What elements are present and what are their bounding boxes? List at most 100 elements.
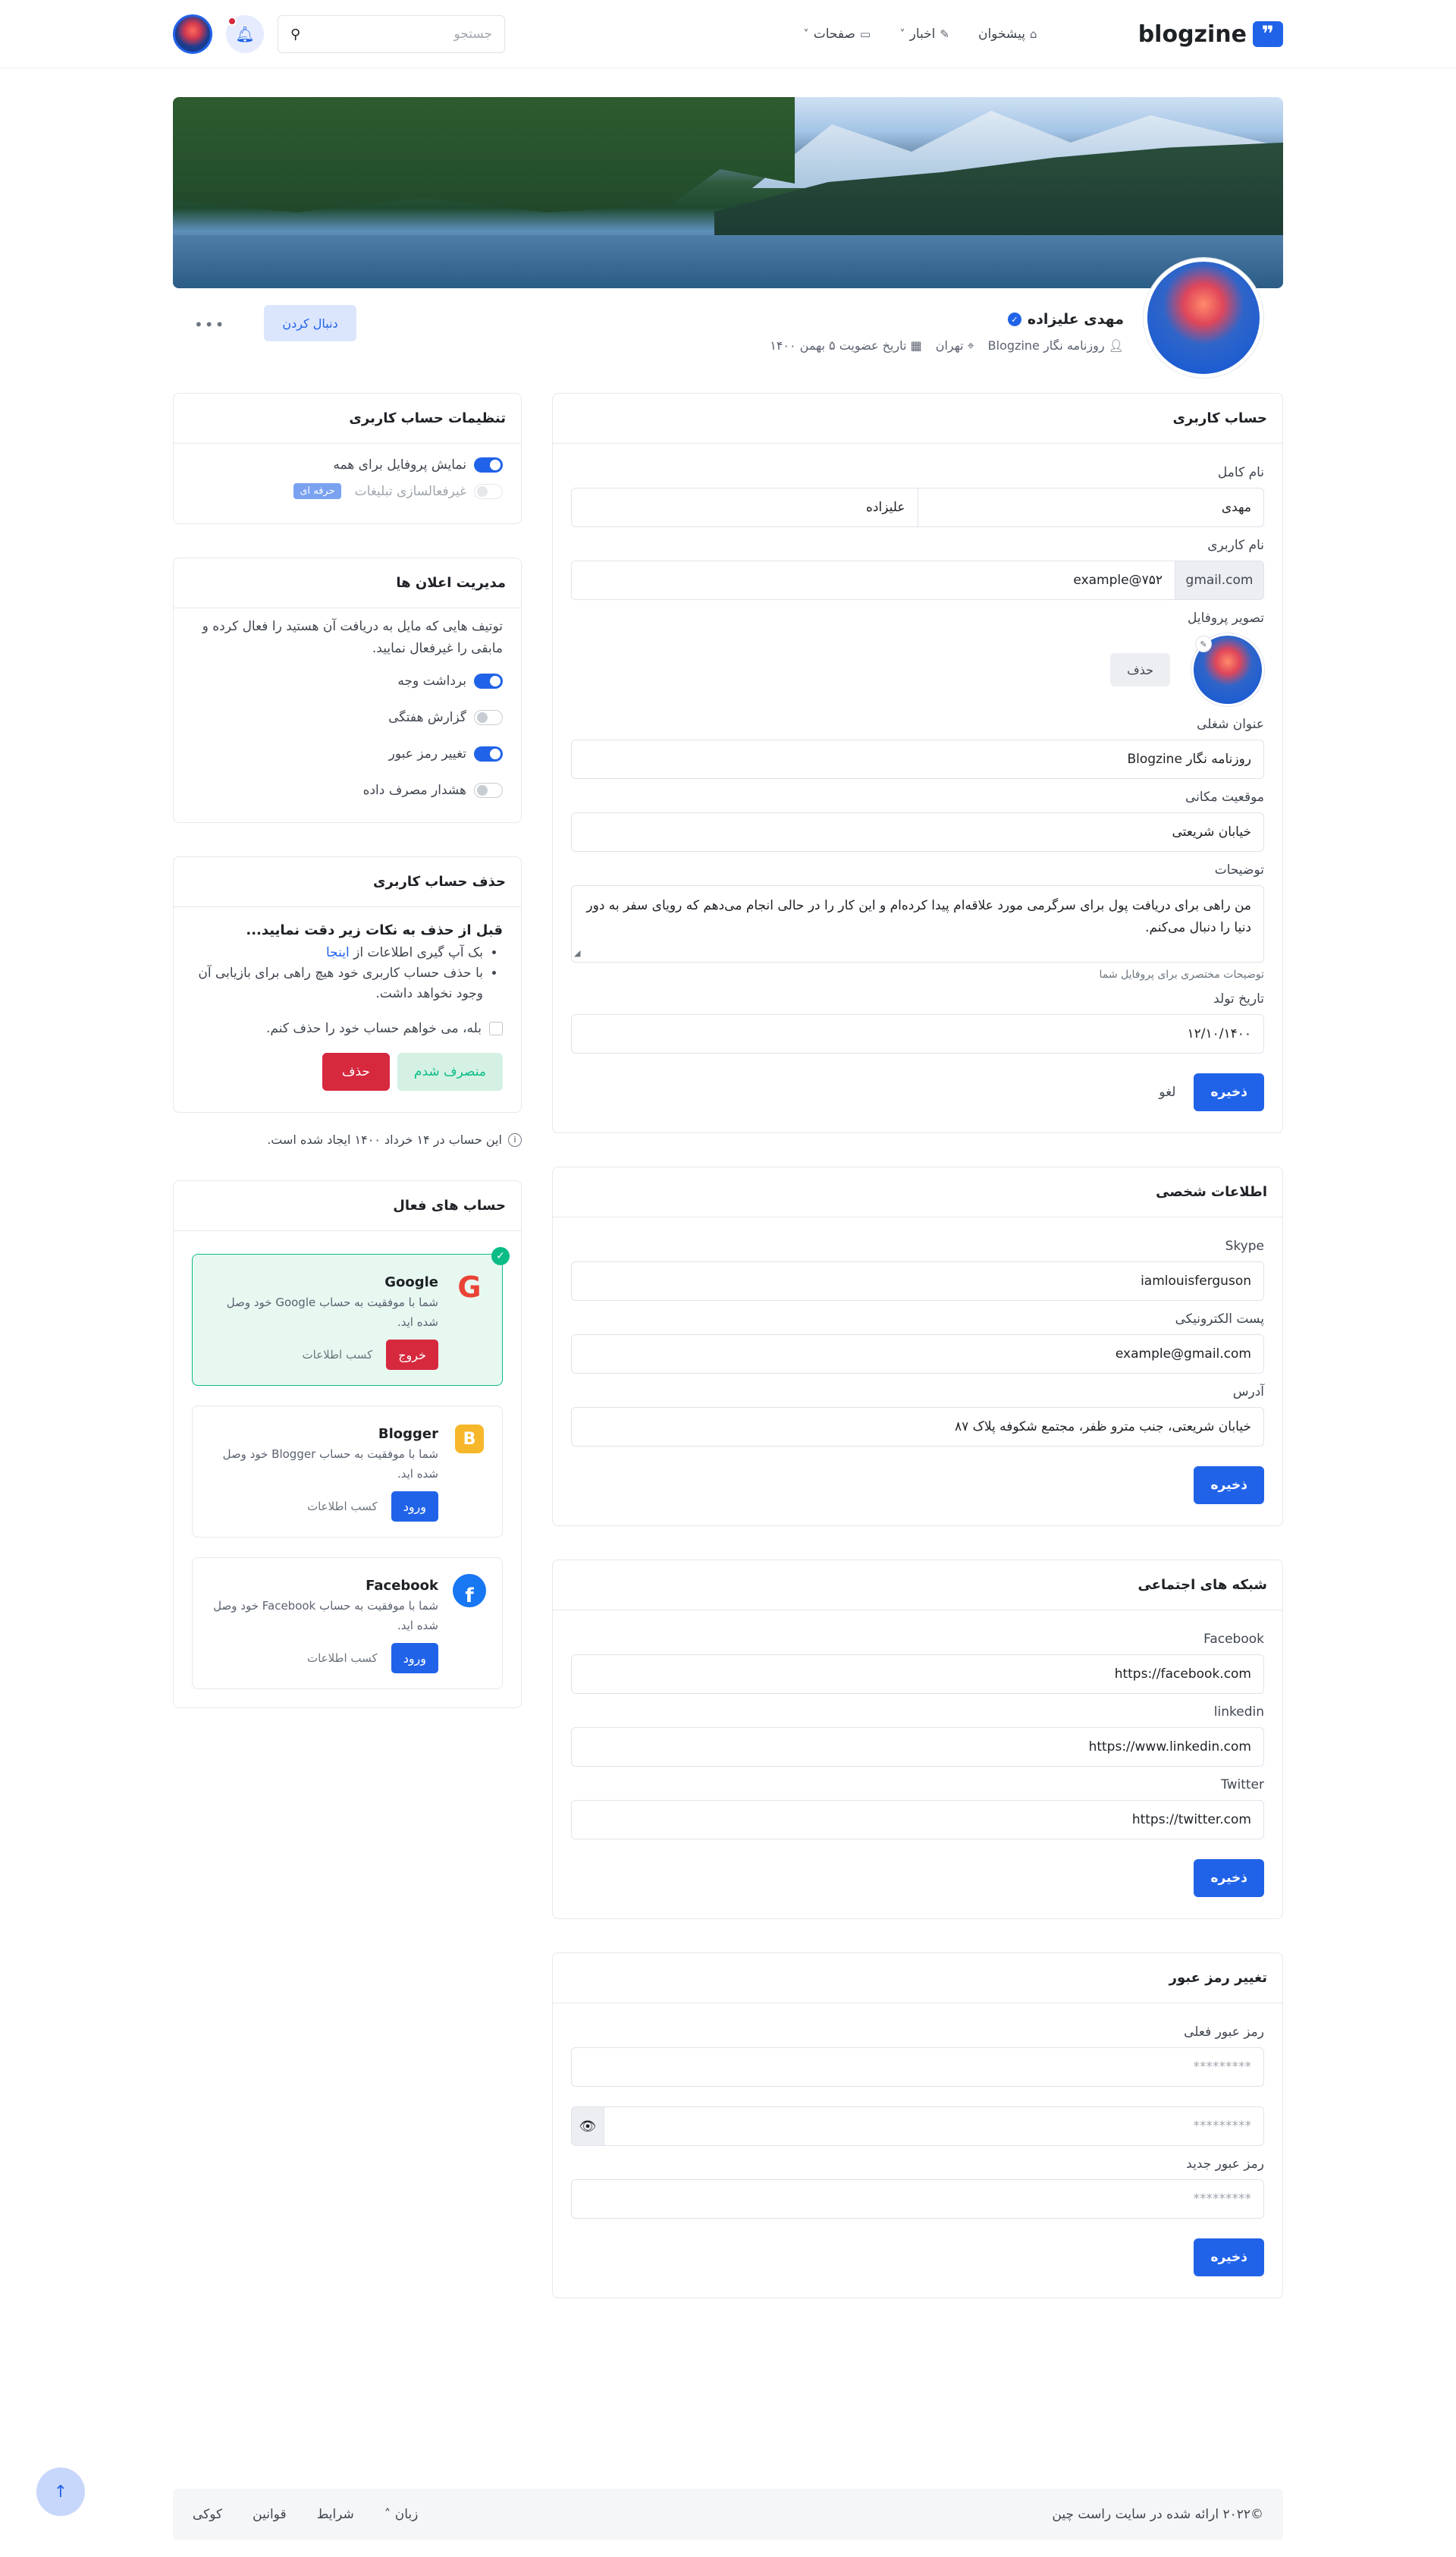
back-to-top-button[interactable]: ↑ (36, 2467, 85, 2516)
notifications-card: مدیریت اعلان ها توتیف هایی که مایل به در… (173, 558, 522, 823)
linkedin-input[interactable]: https://www.linkedin.com (571, 1727, 1264, 1767)
blogger-info-link[interactable]: کسب اطلاعات (307, 1500, 378, 1513)
twitter-input[interactable]: https://twitter.com (571, 1800, 1264, 1839)
footer-terms[interactable]: شرایط (317, 2507, 354, 2522)
chevron-down-icon: ˅ (899, 27, 905, 41)
weekly-switch[interactable] (474, 709, 503, 725)
google-info-link[interactable]: کسب اطلاعات (303, 1348, 373, 1362)
main-nav: ⌂ پیشخوان ✎ اخبار ˅ ▭ صفحات ˅ (803, 27, 1037, 42)
show-profile-label: نمایش پروفایل برای همه (333, 457, 466, 473)
profile-joined-text: تاریخ عضویت ۵ بهمن ۱۴۰۰ (770, 338, 907, 353)
blogger-account-info: Blogger شما با موفقیت به حساب Blogger خو… (212, 1421, 438, 1522)
show-profile-switch[interactable] (474, 457, 503, 473)
description-textarea[interactable]: من راهی برای دریافت پول برای سرگرمی مورد… (571, 885, 1264, 963)
delete-note-irreversible: با حذف حساب کاربری خود هیچ راهی برای باز… (192, 963, 483, 1004)
personal-card-title: اطلاعات شخصی (553, 1167, 1282, 1217)
data-usage-switch[interactable] (474, 782, 503, 798)
more-options-icon[interactable]: ••• (194, 316, 225, 334)
delete-confirm-checkbox[interactable] (489, 1022, 503, 1036)
notifications-card-body: توتیف هایی که مایل به دریافت آن هستید را… (174, 608, 521, 822)
account-save-button[interactable]: ذخیره (1194, 1073, 1264, 1111)
location-input[interactable]: خیابان شریعتی (571, 812, 1264, 852)
email-input[interactable]: example@gmail.com (571, 1334, 1264, 1374)
facebook-login-button[interactable]: ورود (391, 1643, 438, 1674)
header-container: blogzine ❞ ⌂ پیشخوان ✎ اخبار ˅ ▭ صفحات ˅ جستج… (173, 0, 1283, 68)
footer-cookies[interactable]: کوکی (193, 2507, 222, 2522)
nav-news[interactable]: ✎ اخبار ˅ (899, 27, 949, 42)
notification-button[interactable]: 🔔︎ (226, 15, 264, 53)
birthdate-input[interactable]: ۱۲/۱۰/۱۴۰۰ (571, 1014, 1264, 1054)
avatar-preview[interactable]: ✎ (1191, 633, 1264, 706)
username-input[interactable]: example@۷۵۲ (571, 561, 1175, 600)
profile-role-text: روزنامه نگار Blogzine (987, 338, 1105, 353)
delete-cancel-button[interactable]: منصرف شدم (397, 1053, 503, 1092)
site-logo[interactable]: blogzine ❞ (1138, 21, 1283, 48)
chevron-up-icon: ˄ (384, 2507, 391, 2522)
facebook-info-link[interactable]: کسب اطلاعات (307, 1651, 378, 1665)
disable-ads-label: غیرفعالسازی تبلیغات (354, 483, 466, 499)
facebook-input[interactable]: https://facebook.com (571, 1654, 1264, 1694)
follow-button[interactable]: دنبال کردن (264, 305, 356, 341)
google-logout-button[interactable]: خروج (386, 1340, 438, 1371)
footer-language[interactable]: زبان ˄ (384, 2507, 419, 2522)
profile-meta: 👤︎ روزنامه نگار Blogzine ⌖ تهران ▦ تاریخ… (770, 338, 1124, 353)
new-password-label: رمز عبور جدید (1186, 2156, 1264, 2172)
check-icon: ✓ (491, 1247, 510, 1266)
password-mask: ********* (1193, 2119, 1252, 2134)
weekly-label: گزارش هفتگی (388, 709, 466, 725)
edit-pencil-icon[interactable]: ✎ (1195, 636, 1212, 652)
job-label: عنوان شغلی (1197, 717, 1264, 732)
nav-dashboard[interactable]: ⌂ پیشخوان (978, 27, 1037, 42)
password-change-switch[interactable] (474, 746, 503, 762)
delete-account-button[interactable]: حذف (322, 1053, 390, 1092)
address-input[interactable]: خیابان شریعتی، جنب مترو ظفر، مجتمع شکوفه… (571, 1407, 1264, 1447)
search-placeholder: جستجو (453, 27, 492, 42)
blogger-login-button[interactable]: ورود (391, 1491, 438, 1522)
verified-icon: ✓ (1007, 313, 1021, 326)
notif-row-data: هشدار مصرف داده (192, 782, 503, 798)
account-created-text: این حساب در ۱۴ خرداد ۱۴۰۰ ایجاد شده است. (267, 1132, 502, 1148)
eye-icon[interactable]: 👁︎ (571, 2106, 604, 2146)
social-card-body: Facebook https://facebook.com linkedin h… (553, 1610, 1282, 1918)
new-password-input[interactable]: ********* (571, 2179, 1264, 2219)
facebook-label: Facebook (1203, 1632, 1264, 1647)
personal-save-button[interactable]: ذخیره (1194, 1466, 1264, 1504)
job-input[interactable]: روزنامه نگار Blogzine (571, 740, 1264, 779)
logo-quote-icon: ❞ (1253, 21, 1283, 47)
withdraw-switch[interactable] (474, 673, 503, 689)
footer-rules[interactable]: قوانین (253, 2507, 286, 2522)
resize-handle-icon[interactable]: ◢ (574, 947, 580, 961)
social-card-title: شبکه های اجتماعی (553, 1560, 1282, 1610)
username-domain-addon: gmail.com (1175, 561, 1264, 600)
search-input[interactable]: جستجو ⚲ (278, 15, 505, 53)
profile-info: مهدی علیزاده ✓ 👤︎ روزنامه نگار Blogzine … (770, 311, 1124, 353)
footer-links: زبان ˄ شرایط قوانین کوکی (193, 2507, 418, 2522)
last-name-input[interactable]: علیزاده (571, 488, 918, 527)
user-avatar[interactable] (173, 14, 212, 54)
backup-link[interactable]: اینجا (326, 945, 350, 960)
nav-pages[interactable]: ▭ صفحات ˅ (803, 27, 871, 42)
disable-ads-switch[interactable] (474, 483, 503, 499)
social-save-button[interactable]: ذخیره (1194, 1859, 1264, 1897)
profile-header: مهدی علیزاده ✓ 👤︎ روزنامه نگار Blogzine … (173, 258, 1283, 402)
backup-text: بک آپ گیری اطلاعات از (353, 944, 483, 960)
description-label: توضیحات (1214, 862, 1264, 878)
password-save-button[interactable]: ذخیره (1194, 2238, 1264, 2276)
chevron-down-icon: ˅ (803, 27, 809, 41)
account-card: حساب کاربری نام کامل مهدی علیزاده نام کا… (552, 393, 1283, 1133)
delete-warning: قبل از حذف به نکات زیر دقت نمایید... (246, 922, 503, 938)
notification-dot (228, 17, 237, 26)
first-name-input[interactable]: مهدی (918, 488, 1264, 527)
profile-name: مهدی علیزاده (1027, 311, 1124, 328)
current-password-label: رمز عبور فعلی (1184, 2025, 1264, 2040)
current-password-input[interactable]: ********* (571, 2047, 1264, 2087)
account-created-note: i این حساب در ۱۴ خرداد ۱۴۰۰ ایجاد شده اس… (173, 1132, 522, 1147)
avatar-label: تصویر پروفایل (1187, 611, 1264, 626)
account-cancel-button[interactable]: لغو (1159, 1085, 1175, 1100)
skype-input[interactable]: iamlouisferguson (571, 1261, 1264, 1301)
password-input[interactable]: ********* (604, 2106, 1264, 2146)
nav-dashboard-label: پیشخوان (977, 27, 1025, 42)
avatar-delete-button[interactable]: حذف (1110, 653, 1170, 686)
search-icon[interactable]: ⚲ (290, 27, 300, 42)
settings-card: تنظیمات حساب کاربری نمایش پروفایل برای ه… (173, 393, 522, 524)
